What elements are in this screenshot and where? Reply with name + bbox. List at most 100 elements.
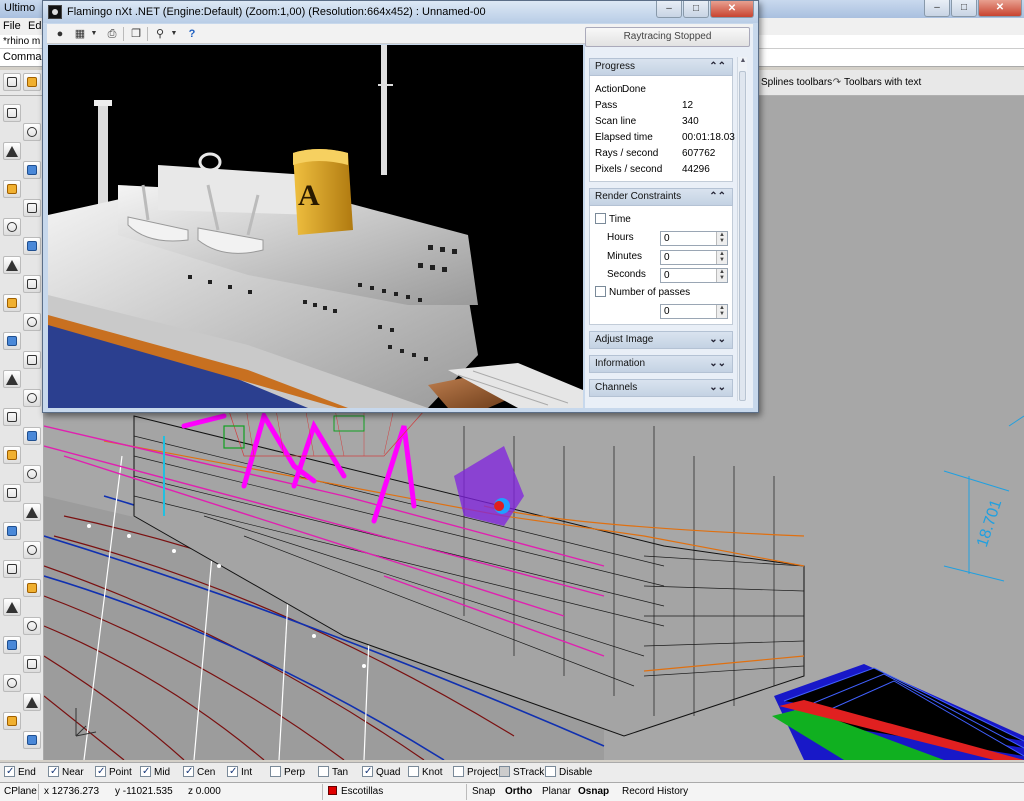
osnap-perp[interactable]: Perp xyxy=(270,766,305,780)
osnap-mid-checkbox[interactable] xyxy=(140,765,151,779)
osnap-end-checkbox[interactable] xyxy=(4,765,15,779)
osnap-tan-checkbox[interactable] xyxy=(318,766,329,777)
hours-spinner-icon[interactable]: ▲ ▼ xyxy=(716,232,727,245)
rotate-tool-icon[interactable] xyxy=(23,351,41,369)
osnap-tan[interactable]: Tan xyxy=(318,766,348,780)
maximize-button[interactable]: □ xyxy=(951,0,977,17)
osnap-near[interactable]: Near xyxy=(48,765,84,780)
passes-spinner-icon[interactable]: ▲ ▼ xyxy=(716,305,727,318)
number-of-passes-input[interactable]: 0 ▲ ▼ xyxy=(660,304,728,319)
osnap-near-checkbox[interactable] xyxy=(48,765,59,779)
text-tool-icon[interactable] xyxy=(23,503,41,521)
extrude-tool-icon[interactable] xyxy=(3,256,21,274)
panel-scrollbar[interactable]: ▲ xyxy=(737,57,747,401)
help-icon[interactable]: ? xyxy=(185,27,199,41)
light-tool-icon[interactable] xyxy=(3,712,21,730)
menu-file[interactable]: File xyxy=(3,20,21,32)
record-history-toggle[interactable]: Record History xyxy=(622,786,688,797)
point-tool-icon[interactable] xyxy=(23,123,41,141)
scroll-thumb[interactable] xyxy=(739,71,746,401)
analyze-tool-icon[interactable] xyxy=(23,579,41,597)
scale-tool-icon[interactable] xyxy=(3,370,21,388)
snap-toggle[interactable]: Snap xyxy=(472,786,495,797)
mirror-tool-icon[interactable] xyxy=(23,389,41,407)
status-layer[interactable]: Escotillas xyxy=(328,786,383,797)
osnap-end[interactable]: End xyxy=(4,765,36,780)
polygon-tool-icon[interactable] xyxy=(3,218,21,236)
minutes-spinner-icon[interactable]: ▲ ▼ xyxy=(716,251,727,264)
mesh-tool-icon[interactable] xyxy=(23,313,41,331)
circle-tool-icon[interactable] xyxy=(23,161,41,179)
arc-tool-icon[interactable] xyxy=(3,180,21,198)
flamingo-minimize-button[interactable]: – xyxy=(656,1,682,18)
close-button[interactable]: ✕ xyxy=(978,0,1022,17)
osnap-quad-checkbox[interactable] xyxy=(362,765,373,779)
dimension-tool-icon[interactable] xyxy=(3,522,21,540)
time-option[interactable]: Time xyxy=(595,213,631,225)
osnap-strack-checkbox[interactable] xyxy=(499,766,510,777)
osnap-disable[interactable]: Disable xyxy=(545,766,592,780)
osnap-int[interactable]: Int xyxy=(227,765,252,780)
osnap-project[interactable]: Project xyxy=(453,766,498,780)
number-of-passes-checkbox[interactable] xyxy=(595,286,606,297)
planar-toggle[interactable]: Planar xyxy=(542,786,571,797)
dropdown-icon[interactable]: ▼ xyxy=(87,27,101,41)
osnap-strack[interactable]: STrack xyxy=(499,766,544,780)
rendered-image[interactable]: A xyxy=(48,45,583,408)
render-constraints-section-header[interactable]: Render Constraints ⌃⌃ xyxy=(589,188,733,206)
split-tool-icon[interactable] xyxy=(3,446,21,464)
join-tool-icon[interactable] xyxy=(23,465,41,483)
tab-splines-toolbars[interactable]: Splines toolbars xyxy=(757,74,836,92)
osnap-mid[interactable]: Mid xyxy=(140,765,170,780)
surface-tool-icon[interactable] xyxy=(23,237,41,255)
grid-tool-icon[interactable] xyxy=(3,598,21,616)
array-tool-icon[interactable] xyxy=(3,408,21,426)
zoom-dropdown-icon[interactable]: ▼ xyxy=(167,27,181,41)
transform-tool-icon[interactable] xyxy=(3,332,21,350)
minimize-button[interactable]: – xyxy=(924,0,950,17)
osnap-point[interactable]: Point xyxy=(95,765,132,780)
curve-tool-icon[interactable] xyxy=(3,142,21,160)
render-tool-icon[interactable] xyxy=(3,560,21,578)
adjust-image-section-header[interactable]: Adjust Image ⌄⌄ xyxy=(589,331,733,349)
flamingo-maximize-button[interactable]: □ xyxy=(683,1,709,18)
new-file-icon[interactable] xyxy=(3,73,21,91)
print-icon[interactable]: ⎙ xyxy=(105,27,119,41)
scroll-up-icon[interactable]: ▲ xyxy=(738,57,748,67)
osnap-knot-checkbox[interactable] xyxy=(408,766,419,777)
flamingo-close-button[interactable]: ✕ xyxy=(710,1,754,18)
minutes-input[interactable]: 0 ▲ ▼ xyxy=(660,250,728,265)
solid-box-icon[interactable] xyxy=(23,275,41,293)
view-tool-icon[interactable] xyxy=(3,636,21,654)
seconds-spinner-icon[interactable]: ▲ ▼ xyxy=(716,269,727,282)
snap-tool-icon[interactable] xyxy=(23,617,41,635)
osnap-point-checkbox[interactable] xyxy=(95,765,106,779)
information-section-header[interactable]: Information ⌄⌄ xyxy=(589,355,733,373)
history-tool-icon[interactable] xyxy=(23,731,41,749)
ortho-toggle[interactable]: Ortho xyxy=(505,786,532,797)
osnap-perp-checkbox[interactable] xyxy=(270,766,281,777)
trim-tool-icon[interactable] xyxy=(23,427,41,445)
channels-section-header[interactable]: Channels ⌄⌄ xyxy=(589,379,733,397)
explode-tool-icon[interactable] xyxy=(3,484,21,502)
progress-section-header[interactable]: Progress ⌃⌃ xyxy=(589,58,733,76)
osnap-cen[interactable]: Cen xyxy=(183,765,215,780)
seconds-input[interactable]: 0 ▲ ▼ xyxy=(660,268,728,283)
zoom-icon[interactable]: ⚲ xyxy=(153,27,167,41)
tab-toolbars-with-text[interactable]: ↷ Toolbars with text xyxy=(826,74,925,92)
osnap-quad[interactable]: Quad xyxy=(362,765,400,780)
raytracing-status-button[interactable]: Raytracing Stopped xyxy=(585,27,750,47)
pan-tool-icon[interactable] xyxy=(23,655,41,673)
osnap-toggle[interactable]: Osnap xyxy=(578,786,609,797)
osnap-cen-checkbox[interactable] xyxy=(183,765,194,779)
sphere-tool-icon[interactable] xyxy=(3,294,21,312)
copy-icon[interactable]: ❐ xyxy=(129,27,143,41)
time-checkbox[interactable] xyxy=(595,213,606,224)
layer-tool-icon[interactable] xyxy=(23,541,41,559)
zoom-tool-icon[interactable] xyxy=(3,674,21,692)
rectangle-tool-icon[interactable] xyxy=(23,199,41,217)
osnap-int-checkbox[interactable] xyxy=(227,765,238,779)
osnap-knot[interactable]: Knot xyxy=(408,766,443,780)
number-of-passes-option[interactable]: Number of passes xyxy=(595,286,690,298)
save-icon[interactable]: ▦ xyxy=(73,27,87,41)
